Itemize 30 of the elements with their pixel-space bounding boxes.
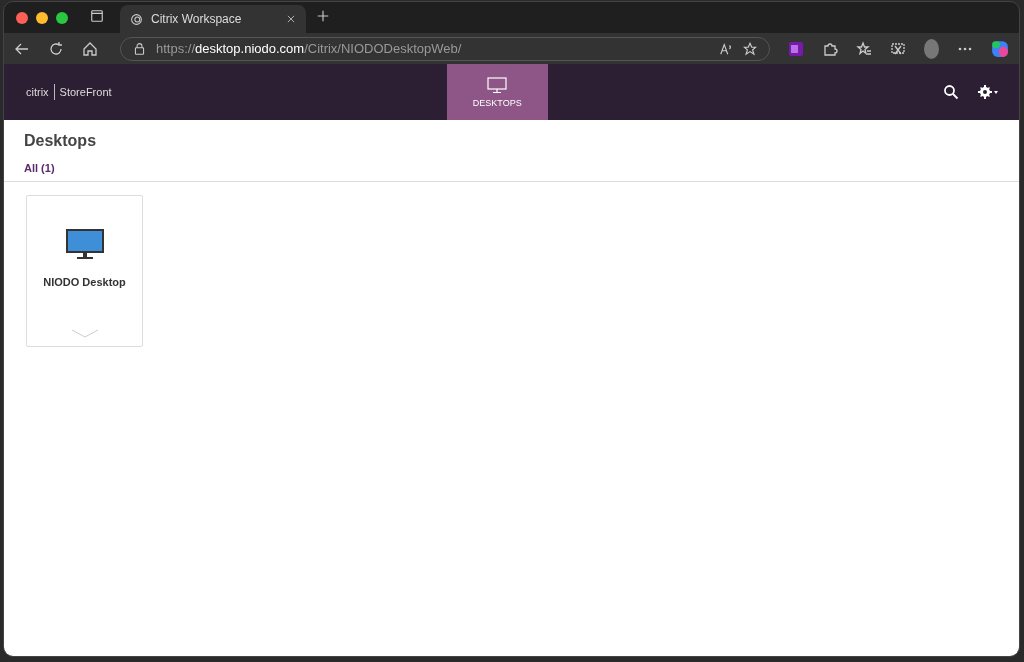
notebook-icon[interactable] [788, 40, 804, 57]
close-window-button[interactable] [16, 11, 28, 24]
close-icon[interactable] [286, 14, 296, 24]
spiral-icon [130, 12, 143, 26]
reload-icon[interactable] [48, 40, 64, 57]
browser-tab[interactable]: Citrix Workspace [120, 5, 306, 33]
page-title: Desktops [23, 131, 98, 150]
plus-icon[interactable] [316, 8, 330, 23]
profile-avatar[interactable] [924, 38, 939, 59]
desktop-name: NIODO Desktop [43, 276, 126, 288]
filter-link[interactable]: All (1) [4, 150, 1019, 182]
search-icon[interactable] [943, 84, 959, 100]
home-icon[interactable] [82, 40, 98, 57]
screenshot-icon[interactable] [890, 40, 906, 57]
maximize-window-button[interactable] [56, 11, 68, 24]
nav-tab[interactable]: DESKTOPS [446, 64, 548, 120]
settings-icon[interactable] [977, 84, 999, 100]
monitor-icon [64, 228, 105, 260]
puzzle-icon[interactable] [822, 40, 838, 57]
favorites-icon[interactable] [856, 40, 872, 57]
minimize-window-button[interactable] [36, 11, 48, 24]
lock-icon [133, 42, 146, 55]
desktop-card[interactable]: NIODO Desktop [26, 195, 143, 347]
sidebar-icon[interactable] [90, 8, 104, 23]
read-aloud-icon[interactable] [719, 41, 733, 56]
monitor-icon [487, 76, 508, 94]
colorful-logo-icon[interactable] [991, 39, 1009, 58]
star-icon[interactable] [743, 41, 757, 56]
product-name: StoreFront [59, 86, 112, 98]
logo-text: citrix [26, 86, 49, 98]
